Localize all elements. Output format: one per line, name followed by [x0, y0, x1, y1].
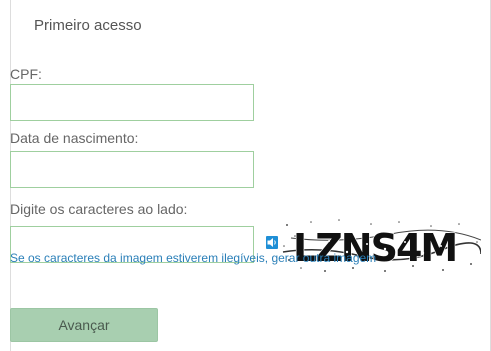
captcha-image: LZNS4M	[281, 216, 481, 276]
captcha-hint-text: Se os caracteres da imagem estiverem ile…	[10, 251, 272, 265]
regenerate-captcha-link[interactable]: gerar outra imagem	[271, 251, 376, 265]
cpf-input[interactable]	[10, 84, 254, 121]
birth-date-label: Data de nascimento:	[10, 130, 139, 146]
cpf-label: CPF:	[10, 66, 42, 82]
next-button[interactable]: Avançar	[10, 308, 158, 342]
panel-title: Primeiro acesso	[34, 17, 142, 34]
speaker-icon	[267, 238, 276, 247]
audio-icon[interactable]	[266, 236, 278, 249]
captcha-label: Digite os caracteres ao lado:	[10, 201, 188, 217]
captcha-hint: Se os caracteres da imagem estiverem ile…	[10, 251, 376, 265]
birth-date-input[interactable]	[10, 151, 254, 188]
